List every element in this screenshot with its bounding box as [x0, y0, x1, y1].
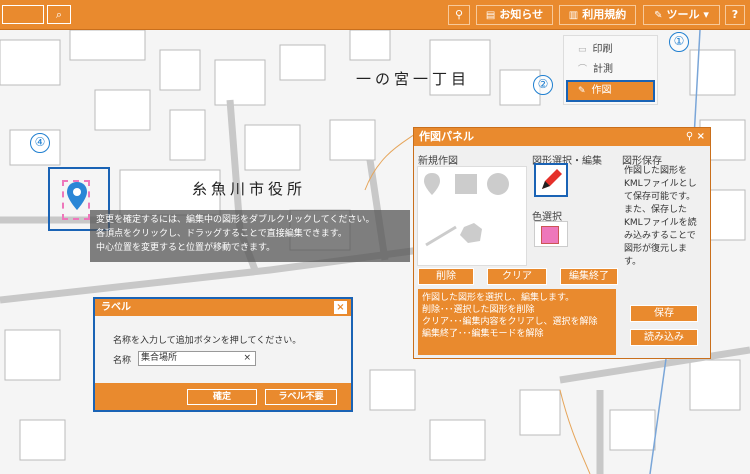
- search-icon: ⌕: [55, 8, 63, 21]
- wrench-icon: ✎: [654, 10, 663, 21]
- message-icon: ▤: [485, 10, 496, 21]
- label-dialog-titlebar[interactable]: ラベル ×: [95, 299, 351, 316]
- close-button[interactable]: ×: [334, 301, 347, 314]
- callout-2: ②: [533, 75, 553, 95]
- hint-line: 中心位置を変更すると位置が移動できます。: [96, 243, 276, 253]
- clear-button[interactable]: クリア: [487, 268, 547, 285]
- tools-label: ツール ▾: [666, 8, 709, 21]
- label-name-value: 集合場所: [141, 353, 178, 363]
- search-button[interactable]: ⌕: [47, 5, 71, 24]
- menu-item-label: 印刷: [592, 44, 613, 55]
- menu-item-label: 作図: [591, 85, 612, 96]
- line-shape-tool: [425, 225, 457, 247]
- search-input[interactable]: [2, 5, 44, 24]
- hint-line: 変更を確定するには、編集中の図形をダブルクリックしてください。: [96, 215, 375, 225]
- district-label: 一の宮一丁目: [356, 70, 471, 88]
- label-instruction: 名称を入力して追加ボタンを押してください。: [113, 336, 302, 346]
- location-icon: ⚲: [454, 8, 464, 21]
- hint-line: 各頂点をクリックし、ドラッグすることで直接編集できます。: [96, 229, 347, 239]
- help-button[interactable]: ?: [725, 5, 745, 25]
- no-label-button[interactable]: ラベル不要: [265, 389, 337, 405]
- delete-button[interactable]: 削除: [418, 268, 474, 285]
- panel-window-controls[interactable]: ⚲ ×: [686, 128, 705, 146]
- clear-input-icon[interactable]: ×: [243, 352, 251, 365]
- pencil-tool-icon: [542, 169, 562, 189]
- book-icon: ▥: [568, 10, 579, 21]
- menu-item-measure[interactable]: ⌒ 計測: [568, 61, 653, 79]
- draw-panel-title: 作図パネル: [419, 130, 474, 143]
- rectangle-shape-tool: [455, 174, 477, 194]
- label-dialog-footer: 確定 ラベル不要: [95, 383, 351, 410]
- label-dialog-title: ラベル: [101, 302, 131, 313]
- help-line: 編集終了･･･編集モードを解除: [422, 329, 544, 339]
- menu-item-label: 計測: [593, 64, 614, 75]
- circle-shape-tool: [487, 173, 509, 195]
- pencil-icon: ✎: [578, 86, 586, 96]
- save-info-text: 作図した図形をKMLファイルとして保存可能です。また、保存したKMLファイルを読…: [624, 166, 697, 267]
- help-line: 作図した図形を選択し、編集します。: [422, 293, 575, 303]
- notice-button[interactable]: ▤ お知らせ: [476, 5, 553, 25]
- top-toolbar: ⌕ ⚲ ▤ お知らせ ▥ 利用規約 ✎ ツール ▾ ?: [0, 0, 750, 30]
- print-icon: ▭: [578, 45, 587, 55]
- help-label: ?: [731, 8, 739, 21]
- menu-item-print[interactable]: ▭ 印刷: [568, 41, 653, 59]
- color-picker[interactable]: [534, 221, 568, 247]
- tool-dropdown-menu: ▭ 印刷 ⌒ 計測 ✎ 作図: [563, 35, 658, 105]
- draw-panel-titlebar[interactable]: 作図パネル ⚲ ×: [414, 128, 710, 146]
- menu-item-draw[interactable]: ✎ 作図: [566, 80, 655, 102]
- load-button[interactable]: 読み込み: [630, 329, 698, 346]
- polygon-shape-tool: [460, 223, 482, 243]
- notice-label: お知らせ: [499, 8, 544, 21]
- help-line: クリア･･･編集内容をクリアし、選択を解除: [422, 317, 598, 327]
- location-pin-icon[interactable]: [66, 181, 88, 211]
- terms-label: 利用規約: [582, 8, 627, 21]
- city-hall-label: 糸魚川市役所: [192, 180, 307, 198]
- confirm-button[interactable]: 確定: [187, 389, 257, 405]
- callout-4: ④: [30, 133, 50, 153]
- selected-shape-tool[interactable]: [534, 163, 568, 197]
- shape-palette: [417, 166, 527, 266]
- label-dialog: ラベル × 名称を入力して追加ボタンを押してください。 名称 集合場所 × 確定…: [93, 297, 353, 412]
- ruler-icon: ⌒: [578, 65, 588, 75]
- tools-button[interactable]: ✎ ツール ▾: [643, 5, 720, 25]
- location-button[interactable]: ⚲: [448, 5, 470, 25]
- edit-hint-tooltip: 変更を確定するには、編集中の図形をダブルクリックしてください。 各頂点をクリック…: [90, 210, 410, 262]
- finish-edit-button[interactable]: 編集終了: [560, 268, 618, 285]
- pin-shape-tool: [424, 173, 440, 195]
- label-name-input[interactable]: 集合場所 ×: [138, 351, 256, 366]
- name-field-label: 名称: [113, 356, 132, 366]
- save-button[interactable]: 保存: [630, 305, 698, 322]
- terms-button[interactable]: ▥ 利用規約: [559, 5, 636, 25]
- color-swatch[interactable]: [541, 226, 559, 244]
- edit-help-text: 作図した図形を選択し、編集します。 削除･･･選択した図形を削除 クリア･･･編…: [418, 289, 616, 355]
- callout-1: ①: [669, 32, 689, 52]
- new-shape-label: 新規作図: [418, 156, 458, 167]
- help-line: 削除･･･選択した図形を削除: [422, 305, 535, 315]
